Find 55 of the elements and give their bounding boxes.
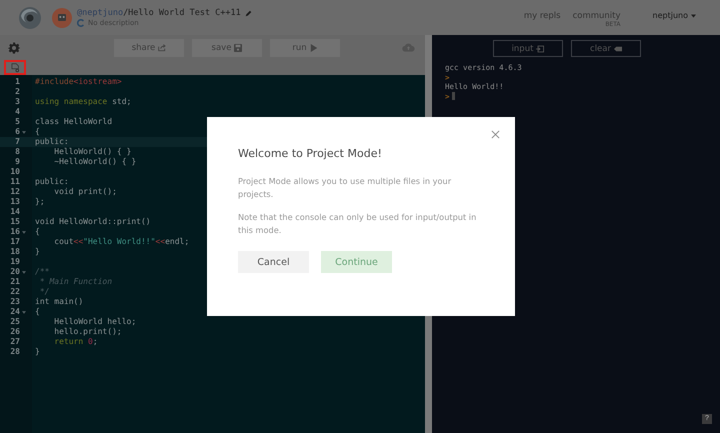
code-line: cout<<"Hello World!!"<<endl; [53,237,190,247]
code-line: HelloWorld hello; [53,317,136,327]
code-line: { [34,227,40,237]
code-line: */ [38,287,50,297]
code-line: } [34,347,40,357]
line-number: 17 [9,237,20,247]
line-number: 10 [9,167,20,177]
line-number: 24 [9,307,20,317]
line-number: 25 [9,317,20,327]
line-number: 3 [14,97,20,107]
code-line: #include<iostream> [34,77,122,87]
code-line: void HelloWorld::print() [34,217,151,227]
code-line: { [34,307,40,317]
line-number: 15 [9,217,20,227]
line-number: 23 [9,297,20,307]
line-number: 26 [9,327,20,337]
code-line: HelloWorld() { } [53,147,132,157]
line-number: 14 [9,207,20,217]
line-number: 19 [9,257,20,267]
repl-title: /Hello World Test C++11 [123,8,241,18]
line-number: 9 [14,157,20,167]
line-number: 28 [9,347,20,357]
code-line: hello.print(); [53,327,122,337]
dialog-text: Project Mode allows you to use multiple files in your projects. [238,175,452,201]
line-number: 21 [9,277,20,287]
line-number: 11 [9,177,20,187]
code-line: public: [34,137,69,147]
line-number: 27 [9,337,20,347]
line-number: 4 [14,107,20,117]
code-line: ~HelloWorld() { } [53,157,136,167]
code-line: { [34,127,40,137]
line-number: 18 [9,247,20,257]
line-number: 1 [14,77,20,87]
code-line: int main() [34,297,84,307]
dialog-title: Welcome to Project Mode! [238,147,383,160]
line-number: 20 [9,267,20,277]
line-number: 7 [14,137,20,147]
code-line: public: [34,177,69,187]
line-number: 8 [14,147,20,157]
line-number: 6 [14,127,20,137]
code-line: * Main Function [38,277,112,287]
dialog-text: Note that the console can only be used for input/output in this mode. [238,211,478,237]
line-number: 22 [9,287,20,297]
code-line: } [34,247,40,257]
code-line: /** [34,267,50,277]
code-line: using namespace std; [34,97,132,107]
code-line: void print(); [53,187,117,197]
line-number: 16 [9,227,20,237]
code-line: class HelloWorld [34,117,112,127]
line-number: 2 [14,87,20,97]
line-number: 5 [14,117,20,127]
code-line: }; [34,197,45,207]
code-line: return 0; [53,337,98,347]
line-number: 13 [9,197,20,207]
line-number: 12 [9,187,20,197]
